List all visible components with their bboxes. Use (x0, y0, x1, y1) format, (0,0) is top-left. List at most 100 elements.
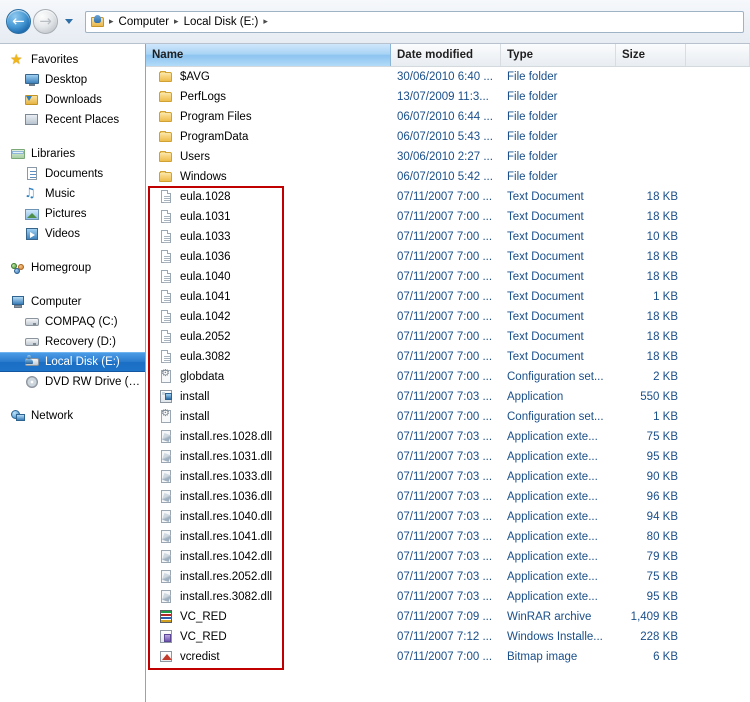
text-document-icon (158, 249, 174, 265)
date-modified-cell: 07/11/2007 7:03 ... (391, 591, 501, 603)
table-row[interactable]: $AVG30/06/2010 6:40 ...File folder (146, 67, 750, 87)
date-modified-cell: 07/11/2007 7:03 ... (391, 471, 501, 483)
table-row[interactable]: PerfLogs13/07/2009 11:3...File folder (146, 87, 750, 107)
column-header-size[interactable]: Size (616, 44, 686, 66)
file-name-cell: install.res.1028.dll (146, 429, 391, 445)
sidebar-label-videos: Videos (45, 228, 80, 240)
table-row[interactable]: Users30/06/2010 2:27 ...File folder (146, 147, 750, 167)
sidebar-item-drive-g[interactable]: DVD RW Drive (G:) Tr (0, 372, 145, 392)
table-row[interactable]: install.res.1041.dll07/11/2007 7:03 ...A… (146, 527, 750, 547)
table-row[interactable]: vcredist07/11/2007 7:00 ...Bitmap image6… (146, 647, 750, 667)
sidebar-item-libraries[interactable]: Libraries (0, 144, 145, 164)
application-extension-icon (158, 529, 174, 545)
table-row[interactable]: install07/11/2007 7:03 ...Application550… (146, 387, 750, 407)
table-row[interactable]: eula.103307/11/2007 7:00 ...Text Documen… (146, 227, 750, 247)
column-header-name[interactable]: Name (146, 44, 391, 66)
date-modified-cell: 07/11/2007 7:09 ... (391, 611, 501, 623)
file-list-pane[interactable]: Name Date modified Type Size $AVG30/06/2… (146, 44, 750, 702)
breadcrumb-separator-2[interactable]: ▸ (262, 17, 269, 27)
type-cell: File folder (501, 111, 616, 123)
table-row[interactable]: eula.103107/11/2007 7:00 ...Text Documen… (146, 207, 750, 227)
table-row[interactable]: install.res.1033.dll07/11/2007 7:03 ...A… (146, 467, 750, 487)
file-name-label: install.res.1031.dll (180, 451, 272, 463)
table-row[interactable]: install.res.1036.dll07/11/2007 7:03 ...A… (146, 487, 750, 507)
table-row[interactable]: install.res.1031.dll07/11/2007 7:03 ...A… (146, 447, 750, 467)
table-row[interactable]: install.res.1040.dll07/11/2007 7:03 ...A… (146, 507, 750, 527)
file-name-label: install (180, 411, 209, 423)
file-name-cell: install.res.2052.dll (146, 569, 391, 585)
size-cell: 95 KB (616, 451, 686, 463)
table-row[interactable]: install.res.2052.dll07/11/2007 7:03 ...A… (146, 567, 750, 587)
file-name-label: install.res.1040.dll (180, 511, 272, 523)
application-extension-icon (158, 509, 174, 525)
table-row[interactable]: Program Files06/07/2010 6:44 ...File fol… (146, 107, 750, 127)
music-icon: ♫ (24, 186, 40, 202)
size-cell: 18 KB (616, 331, 686, 343)
table-row[interactable]: ProgramData06/07/2010 5:43 ...File folde… (146, 127, 750, 147)
breadcrumb-local-disk-e[interactable]: Local Disk (E:) (180, 15, 263, 29)
sidebar-item-music[interactable]: ♫ Music (0, 184, 145, 204)
file-name-label: eula.2052 (180, 331, 231, 343)
breadcrumb-computer[interactable]: Computer (115, 15, 174, 29)
sidebar-item-drive-c[interactable]: COMPAQ (C:) (0, 312, 145, 332)
size-cell: 6 KB (616, 651, 686, 663)
file-name-label: eula.1033 (180, 231, 231, 243)
sidebar-item-documents[interactable]: Documents (0, 164, 145, 184)
text-document-icon (158, 329, 174, 345)
sidebar-item-desktop[interactable]: Desktop (0, 70, 145, 90)
sidebar-label-pictures: Pictures (45, 208, 87, 220)
address-bar[interactable]: ▸ Computer ▸ Local Disk (E:) ▸ (85, 11, 744, 33)
sidebar-item-network[interactable]: Network (0, 406, 145, 426)
chevron-down-icon (65, 19, 73, 24)
table-row[interactable]: install07/11/2007 7:00 ...Configuration … (146, 407, 750, 427)
table-row[interactable]: eula.104007/11/2007 7:00 ...Text Documen… (146, 267, 750, 287)
date-modified-cell: 07/11/2007 7:12 ... (391, 631, 501, 643)
application-extension-icon (158, 469, 174, 485)
column-header-date-modified[interactable]: Date modified (391, 44, 501, 66)
table-row[interactable]: install.res.1028.dll07/11/2007 7:03 ...A… (146, 427, 750, 447)
sidebar-item-homegroup[interactable]: Homegroup (0, 258, 145, 278)
nav-group-libraries: Libraries Documents ♫ Music Pictures Vid… (0, 144, 145, 244)
table-row[interactable]: globdata07/11/2007 7:00 ...Configuration… (146, 367, 750, 387)
size-cell: 18 KB (616, 351, 686, 363)
table-row[interactable]: eula.104207/11/2007 7:00 ...Text Documen… (146, 307, 750, 327)
back-button[interactable]: ← (6, 9, 31, 34)
text-document-icon (158, 269, 174, 285)
table-row[interactable]: eula.308207/11/2007 7:00 ...Text Documen… (146, 347, 750, 367)
navigation-pane[interactable]: ★ Favorites Desktop Downloads Recent Pla… (0, 44, 146, 702)
file-name-label: eula.1040 (180, 271, 231, 283)
table-row[interactable]: eula.104107/11/2007 7:00 ...Text Documen… (146, 287, 750, 307)
file-name-cell: eula.1028 (146, 189, 391, 205)
sidebar-item-pictures[interactable]: Pictures (0, 204, 145, 224)
type-cell: Application exte... (501, 511, 616, 523)
table-row[interactable]: VC_RED07/11/2007 7:09 ...WinRAR archive1… (146, 607, 750, 627)
file-name-cell: Users (146, 149, 391, 165)
table-row[interactable]: install.res.3082.dll07/11/2007 7:03 ...A… (146, 587, 750, 607)
configuration-settings-icon (158, 369, 174, 385)
file-name-label: Windows (180, 171, 227, 183)
recent-places-icon (24, 112, 40, 128)
sidebar-item-favorites[interactable]: ★ Favorites (0, 50, 145, 70)
column-header-type[interactable]: Type (501, 44, 616, 66)
recent-pages-dropdown-button[interactable] (61, 13, 77, 31)
file-name-label: install (180, 391, 209, 403)
table-row[interactable]: eula.103607/11/2007 7:00 ...Text Documen… (146, 247, 750, 267)
sidebar-item-videos[interactable]: Videos (0, 224, 145, 244)
sidebar-item-drive-d[interactable]: Recovery (D:) (0, 332, 145, 352)
file-name-cell: install (146, 389, 391, 405)
size-cell: 228 KB (616, 631, 686, 643)
explorer-body: ★ Favorites Desktop Downloads Recent Pla… (0, 44, 750, 702)
forward-button[interactable]: → (33, 9, 58, 34)
table-row[interactable]: eula.102807/11/2007 7:00 ...Text Documen… (146, 187, 750, 207)
sidebar-item-drive-e[interactable]: Local Disk (E:) (0, 352, 145, 372)
nav-buttons: ← → (6, 9, 77, 34)
table-row[interactable]: install.res.1042.dll07/11/2007 7:03 ...A… (146, 547, 750, 567)
sidebar-item-downloads[interactable]: Downloads (0, 90, 145, 110)
table-row[interactable]: VC_RED07/11/2007 7:12 ...Windows Install… (146, 627, 750, 647)
table-row[interactable]: Windows06/07/2010 5:42 ...File folder (146, 167, 750, 187)
bitmap-image-icon (158, 649, 174, 665)
table-row[interactable]: eula.205207/11/2007 7:00 ...Text Documen… (146, 327, 750, 347)
sidebar-item-recent-places[interactable]: Recent Places (0, 110, 145, 130)
type-cell: Application (501, 391, 616, 403)
sidebar-item-computer[interactable]: Computer (0, 292, 145, 312)
